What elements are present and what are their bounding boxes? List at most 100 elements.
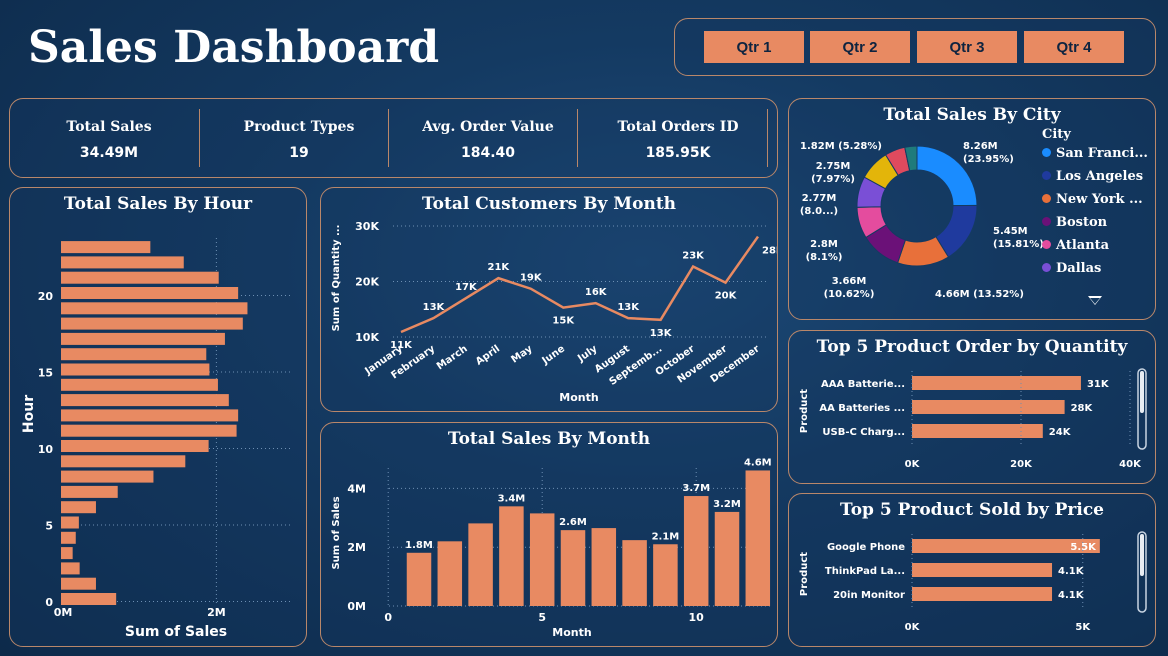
data-label: 2.75M: [816, 161, 851, 172]
bar-hour-20: [61, 287, 239, 299]
kpi-value: 185.95K: [645, 145, 711, 161]
qtr-3-button[interactable]: Qtr 3: [917, 31, 1017, 63]
bar-hour-10: [61, 440, 209, 452]
bar-hour-22: [61, 256, 184, 269]
category-label: AA Batteries ...: [819, 403, 905, 414]
x-tick-label: June: [540, 343, 568, 367]
qtr-1-button[interactable]: Qtr 1: [704, 31, 804, 63]
data-label: (8.1%): [806, 252, 843, 263]
data-label: (10.62%): [824, 289, 875, 300]
bar-month-2: [437, 541, 463, 606]
y-tick-label: 10K: [355, 331, 379, 344]
x-tick-label: 5K: [1075, 622, 1091, 633]
data-label: (8.0...): [800, 206, 838, 217]
bar-hour-0: [61, 593, 117, 605]
scrollbar-thumb: [1140, 371, 1144, 413]
y-axis-label: Product: [799, 389, 810, 433]
data-label: 3.2M: [713, 499, 741, 510]
bar-hour-7: [61, 485, 118, 498]
kpi-label: Product Types: [243, 119, 355, 135]
bar-hour-12: [61, 409, 239, 422]
y-tick-label: 5: [45, 520, 53, 533]
legend-item[interactable]: Atlanta: [1042, 238, 1109, 253]
qtr-2-button[interactable]: Qtr 2: [810, 31, 910, 63]
data-label: 3.66M: [832, 276, 867, 287]
sales-by-city-chart: 8.26M (23.95%) 5.45M (15.81%) 4.66M (13.52%)…: [800, 141, 1044, 300]
data-label: 2.1M: [652, 531, 680, 542]
qtr-4-button[interactable]: Qtr 4: [1024, 31, 1124, 63]
legend-label: Boston: [1056, 215, 1108, 230]
kpi-label: Total Orders ID: [617, 119, 739, 135]
x-tick-label: 10: [689, 611, 705, 624]
data-label: 3.4M: [498, 493, 526, 504]
y-tick-label: 20: [38, 290, 54, 303]
x-tick-label: March: [435, 343, 470, 372]
y-tick-label: 2M: [347, 541, 366, 554]
x-tick-label: 0M: [54, 606, 73, 619]
legend-item[interactable]: Boston: [1042, 215, 1107, 230]
page-title: Sales Dashboard: [28, 22, 440, 73]
legend-label: New York ...: [1056, 192, 1143, 207]
top5-price-chart: Google Phone 5.5K ThinkPad La... 4.1K 20in M…: [799, 531, 1147, 633]
kpi-avg-order-value: Avg. Order Value 184.40: [393, 99, 583, 161]
data-label: 4.66M (13.52%): [935, 289, 1024, 300]
top5-price-panel: Top 5 Product Sold by Price Google Phone…: [788, 493, 1156, 647]
bar-month-7: [591, 528, 617, 606]
data-label: 2.6M: [559, 517, 587, 528]
sales-by-month-panel: Total Sales By Month 0M 2M 4M 0 5 10 1.8M 3.4M 2…: [320, 422, 778, 647]
x-tick-label: 5: [538, 611, 546, 624]
data-label: 8.26M: [963, 141, 998, 152]
x-tick-label: April: [474, 343, 502, 367]
bar-hour-19: [61, 302, 248, 315]
data-label: 20K: [715, 291, 738, 302]
kpi-total-orders: Total Orders ID 185.95K: [583, 99, 773, 161]
customers-by-month-chart: 10K20K30K11K13K17K21K19K15K16K13K13K23K2…: [331, 220, 777, 404]
data-label: 5.45M: [993, 226, 1028, 237]
bar-product: [912, 400, 1065, 414]
kpi-product-types: Product Types 19: [204, 99, 394, 161]
bar-month-11: [714, 511, 740, 606]
y-tick-label: 20K: [355, 276, 379, 289]
bar-hour-23: [61, 241, 151, 254]
legend-item[interactable]: San Franci...: [1042, 146, 1148, 161]
legend-label: Dallas: [1056, 261, 1102, 276]
x-axis-label: Month: [559, 391, 598, 404]
category-label: Google Phone: [827, 542, 905, 553]
legend-item[interactable]: Los Angeles: [1042, 169, 1143, 184]
bar-month-6: [560, 530, 586, 606]
legend-item[interactable]: New York ...: [1042, 192, 1143, 207]
data-label: 21K: [488, 262, 511, 273]
legend-dot: [1042, 148, 1051, 157]
category-label: USB-C Charg...: [822, 427, 905, 438]
data-label: 13K: [650, 328, 673, 339]
legend-scroll-down-icon-inner: [1090, 298, 1100, 304]
data-label: 23K: [682, 251, 705, 262]
bar-hour-13: [61, 394, 229, 407]
kpi-divider: [767, 109, 768, 167]
kpi-value: 184.40: [460, 145, 516, 161]
kpi-value: 34.49M: [79, 145, 139, 161]
data-label: 15K: [552, 316, 575, 327]
legend-item[interactable]: Dallas: [1042, 261, 1101, 276]
bar-month-3: [468, 523, 493, 606]
bar-hour-5: [61, 516, 79, 529]
bar-hour-3: [61, 547, 73, 560]
data-label: 1.82M (5.28%): [800, 141, 882, 152]
bar-hour-1: [61, 577, 96, 590]
data-label: 5.5K: [1070, 542, 1097, 553]
y-axis-label: Product: [799, 552, 810, 596]
sales-by-month-chart: 0M 2M 4M 0 5 10 1.8M 3.4M 2.6M 2.1M 3.7M3.2M 4.6M Mo…: [331, 457, 772, 639]
data-label: (15.81%): [993, 239, 1044, 250]
data-label: 28K: [1071, 403, 1094, 414]
x-tick-label: July: [575, 343, 600, 365]
top5-quantity-chart: AAA Batterie... 31K AA Batteries ... 28K USB…: [799, 368, 1147, 470]
category-label: AAA Batterie...: [821, 379, 905, 390]
bar-hour-18: [61, 317, 243, 330]
x-axis-label: Month: [552, 626, 591, 639]
x-tick-label: 2M: [207, 606, 226, 619]
data-label: 31K: [1087, 379, 1110, 390]
y-axis-label: Sum of Quantity ...: [331, 225, 342, 332]
data-label: 4.6M: [744, 457, 772, 468]
bar-hour-4: [61, 531, 76, 544]
kpi-card: Total Sales 34.49M Product Types 19 Avg.…: [9, 98, 778, 178]
